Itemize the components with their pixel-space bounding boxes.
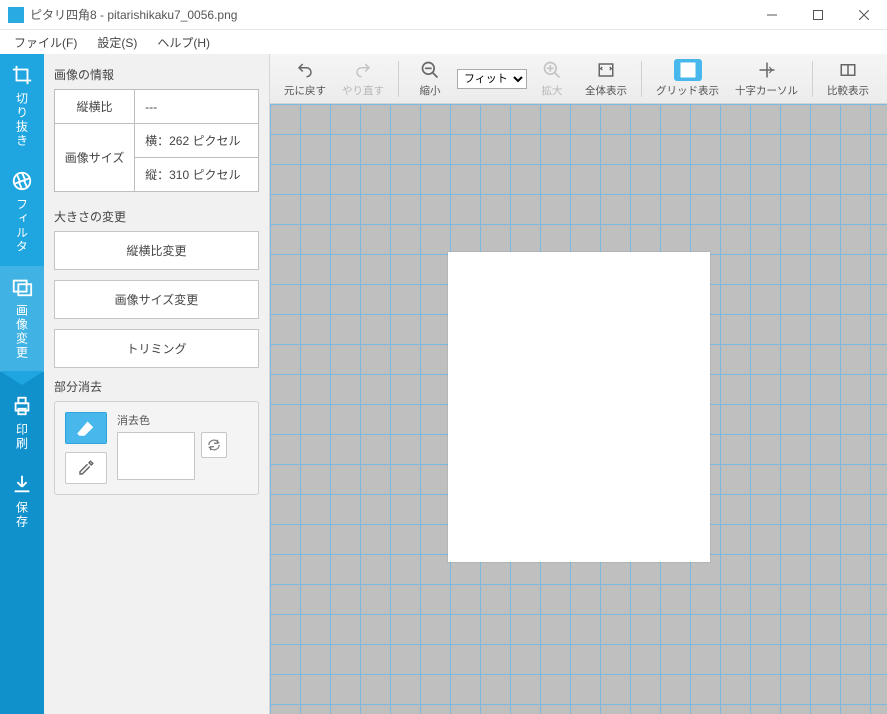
crosshair-label: 十字カーソル: [735, 83, 798, 98]
undo-button[interactable]: 元に戻す: [276, 57, 334, 100]
rail-print-label: 印刷: [14, 423, 31, 451]
rail-crop-label: 切り抜き: [14, 92, 31, 148]
printer-icon: [11, 395, 33, 417]
window-controls: [749, 0, 887, 30]
canvas-area[interactable]: [270, 104, 887, 714]
redo-button[interactable]: やり直す: [334, 57, 392, 100]
menu-file[interactable]: ファイル(F): [4, 32, 87, 53]
info-table: 縦横比 --- 画像サイズ 横：262 ピクセル 縦：310 ピクセル: [54, 89, 259, 192]
trim-button[interactable]: トリミング: [54, 329, 259, 368]
zoom-out-icon: [420, 60, 440, 80]
resize-title: 大きさの変更: [54, 208, 259, 225]
toolbar: 元に戻す やり直す 縮小 フィット 拡大: [270, 54, 887, 104]
crop-icon: [11, 64, 33, 86]
eraser-icon: [76, 420, 96, 436]
size-change-button[interactable]: 画像サイズ変更: [54, 280, 259, 319]
main-area: 元に戻す やり直す 縮小 フィット 拡大: [270, 54, 887, 714]
width-cell: 横：262 ピクセル: [135, 124, 259, 158]
undo-label: 元に戻す: [284, 83, 326, 98]
image-edit-icon: [11, 276, 33, 298]
toolbar-separator: [812, 61, 813, 97]
info-title: 画像の情報: [54, 66, 259, 83]
eraser-tool-button[interactable]: [65, 412, 107, 444]
rail-image-edit-label: 画像変更: [14, 304, 31, 360]
eyedropper-icon: [77, 459, 95, 477]
height-cell: 縦：310 ピクセル: [135, 158, 259, 192]
rail-save[interactable]: 保存: [0, 463, 44, 541]
menu-help[interactable]: ヘルプ(H): [147, 32, 220, 53]
app-icon: [8, 7, 24, 23]
erase-title: 部分消去: [54, 378, 259, 395]
rail-image-edit[interactable]: 画像変更: [0, 266, 44, 372]
left-rail: 切り抜き フィルタ 画像変更 印刷 保存: [0, 54, 44, 714]
redo-icon: [352, 61, 374, 79]
width-label: 横：: [145, 134, 169, 148]
zoom-in-button[interactable]: 拡大: [527, 57, 577, 100]
width-value: 262 ピクセル: [169, 134, 240, 148]
rail-crop[interactable]: 切り抜き: [0, 54, 44, 160]
compare-icon: [837, 61, 859, 79]
erase-color-section: 消去色: [117, 412, 248, 484]
close-button[interactable]: [841, 0, 887, 30]
download-icon: [11, 473, 33, 495]
menu-settings[interactable]: 設定(S): [87, 32, 147, 53]
height-label: 縦：: [145, 168, 169, 182]
zoom-in-icon: [542, 60, 562, 80]
full-view-icon: [596, 61, 616, 79]
window-title: ピタリ四角8 - pitarishikaku7_0056.png: [30, 6, 749, 23]
aspect-label: 縦横比: [55, 90, 135, 124]
grid-view-button[interactable]: グリッド表示: [648, 57, 727, 100]
compare-label: 比較表示: [827, 83, 869, 98]
compare-button[interactable]: 比較表示: [819, 57, 877, 100]
grid-icon: [678, 61, 698, 79]
crosshair-button[interactable]: 十字カーソル: [727, 57, 806, 100]
document-canvas[interactable]: [448, 252, 710, 562]
erase-color-swatch[interactable]: [117, 432, 195, 480]
maximize-button[interactable]: [795, 0, 841, 30]
zoom-in-label: 拡大: [542, 83, 563, 98]
toolbar-separator: [641, 61, 642, 97]
erase-color-label: 消去色: [117, 412, 248, 428]
aspect-value: ---: [135, 90, 259, 124]
grid-view-label: グリッド表示: [656, 83, 719, 98]
zoom-out-label: 縮小: [420, 83, 441, 98]
full-view-button[interactable]: 全体表示: [577, 57, 635, 100]
redo-label: やり直す: [342, 83, 384, 98]
titlebar: ピタリ四角8 - pitarishikaku7_0056.png: [0, 0, 887, 30]
rail-divider: [0, 371, 44, 385]
crosshair-icon: [757, 61, 777, 79]
eyedropper-tool-button[interactable]: [65, 452, 107, 484]
zoom-out-button[interactable]: 縮小: [405, 57, 455, 100]
erase-tools: [65, 412, 107, 484]
refresh-icon: [207, 438, 221, 452]
size-label: 画像サイズ: [55, 124, 135, 192]
rail-filter[interactable]: フィルタ: [0, 160, 44, 266]
refresh-color-button[interactable]: [201, 432, 227, 458]
aspect-change-button[interactable]: 縦横比変更: [54, 231, 259, 270]
rail-print[interactable]: 印刷: [0, 385, 44, 463]
rail-save-label: 保存: [14, 501, 31, 529]
full-view-label: 全体表示: [585, 83, 627, 98]
side-panel: 画像の情報 縦横比 --- 画像サイズ 横：262 ピクセル 縦：310 ピクセ…: [44, 54, 270, 714]
zoom-select[interactable]: フィット: [457, 69, 527, 89]
minimize-button[interactable]: [749, 0, 795, 30]
height-value: 310 ピクセル: [169, 168, 240, 182]
aperture-icon: [11, 170, 33, 192]
toolbar-separator: [398, 61, 399, 97]
rail-filter-label: フィルタ: [14, 198, 31, 254]
undo-icon: [294, 61, 316, 79]
menubar: ファイル(F) 設定(S) ヘルプ(H): [0, 30, 887, 54]
erase-box: 消去色: [54, 401, 259, 495]
